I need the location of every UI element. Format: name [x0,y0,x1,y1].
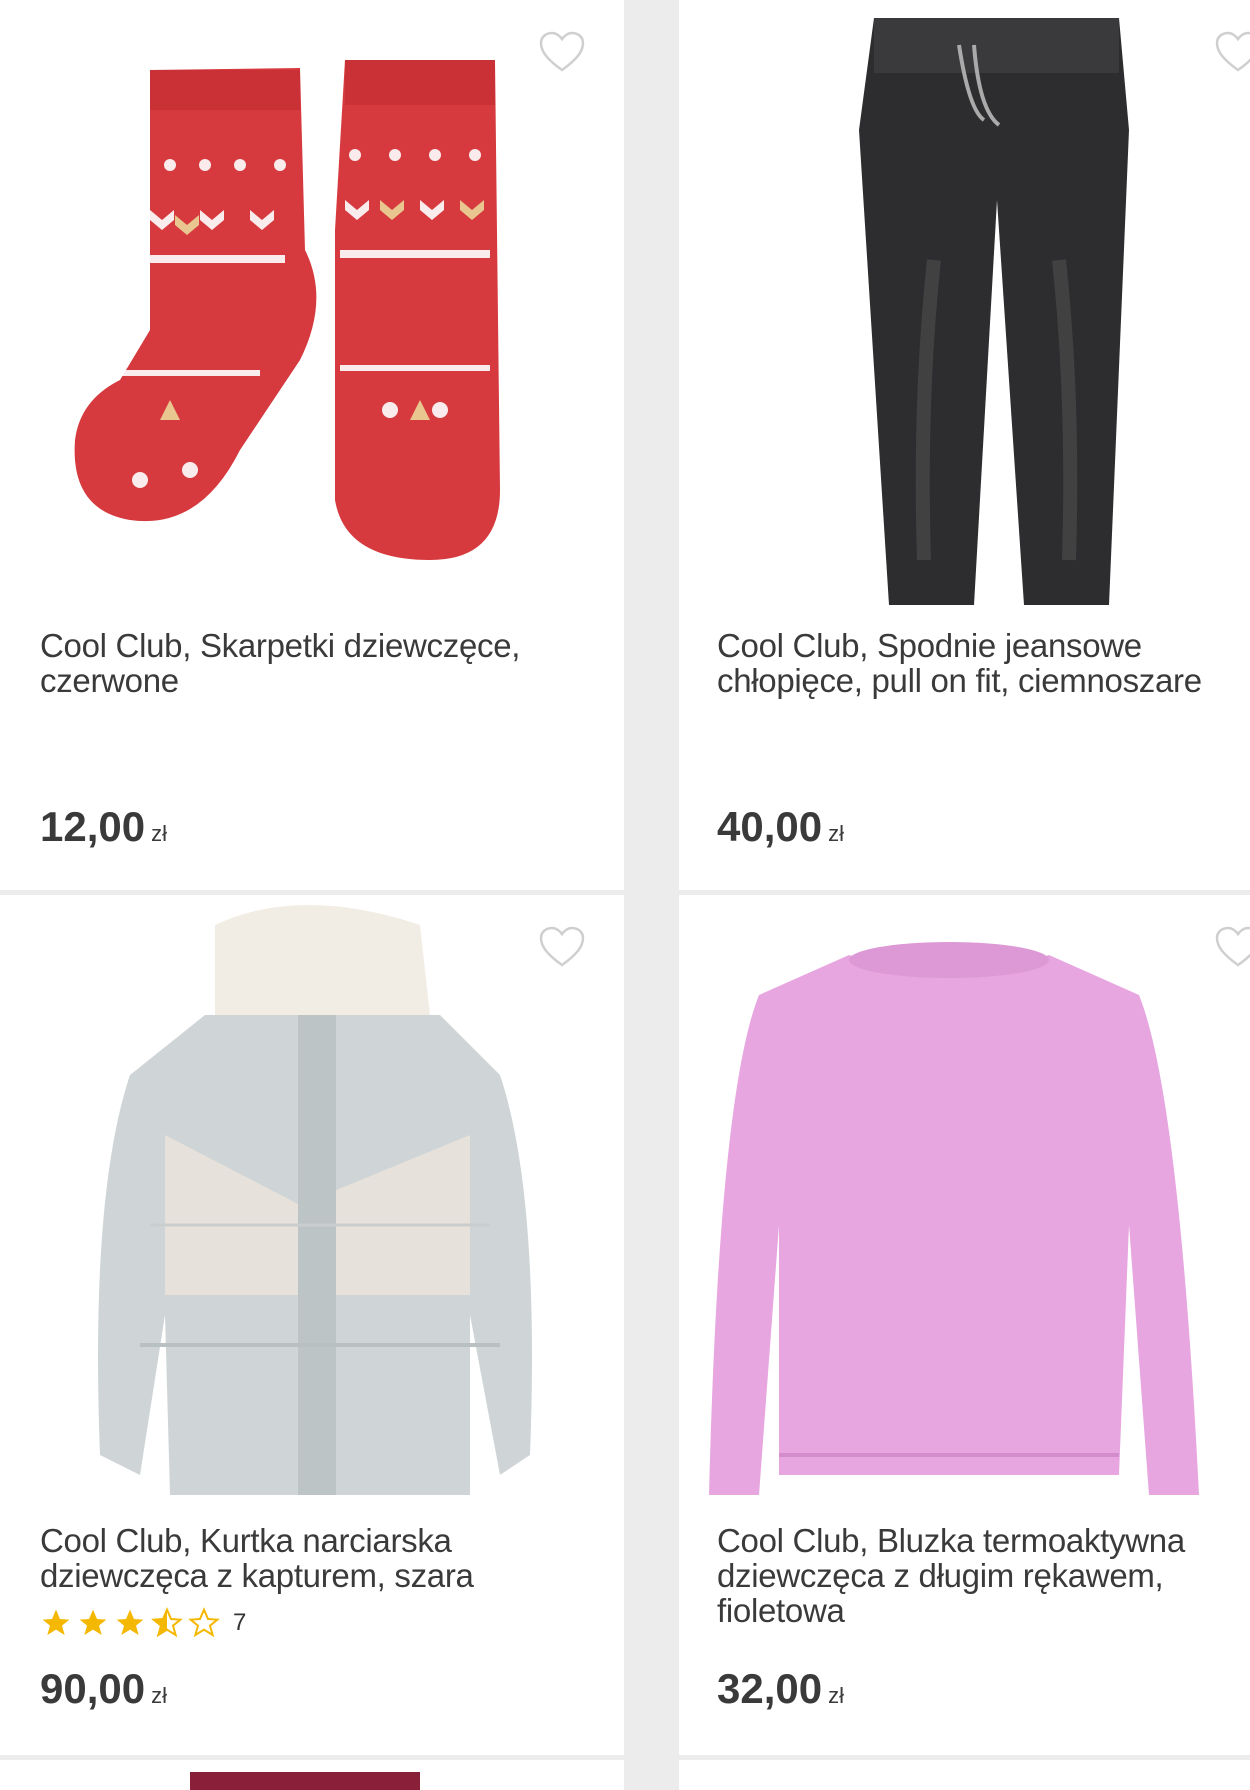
price-value: 40,00 [717,803,823,850]
heart-icon[interactable] [538,925,586,969]
product-title[interactable]: Cool Club, Kurtka narciarska dziewczęca … [40,1523,594,1593]
star-full-icon [79,1609,107,1635]
product-price: 32,00 zł [717,1665,844,1713]
product-price: 40,00 zł [717,803,844,851]
rating-count: 7 [233,1609,247,1636]
heart-icon[interactable] [1214,925,1250,969]
product-card[interactable]: Cool Club, Bluzka termoaktywna dziewczęc… [679,895,1250,1755]
heart-icon[interactable] [1214,30,1250,74]
price-currency: zł [828,821,844,846]
product-image-socks[interactable] [0,0,624,600]
heart-icon[interactable] [538,30,586,74]
price-value: 32,00 [717,1665,823,1712]
product-price: 90,00 zł [40,1665,167,1713]
price-currency: zł [151,1683,167,1708]
product-title[interactable]: Cool Club, Bluzka termoaktywna dziewczęc… [717,1523,1246,1628]
product-title[interactable]: Cool Club, Spodnie jeansowe chłopięce, p… [717,628,1246,698]
star-empty-icon [188,1607,220,1638]
product-card-partial[interactable] [0,1760,624,1790]
price-value: 12,00 [40,803,146,850]
product-title[interactable]: Cool Club, Skarpetki dziewczęce, czerwon… [40,628,594,698]
product-image-partial[interactable] [190,1772,420,1790]
product-image-jacket[interactable] [0,895,624,1505]
product-card[interactable]: Cool Club, Kurtka narciarska dziewczęca … [0,895,624,1755]
product-price: 12,00 zł [40,803,167,851]
product-card-partial[interactable] [679,1760,1250,1790]
product-image-jeans[interactable] [679,0,1250,610]
price-value: 90,00 [40,1665,146,1712]
product-card[interactable]: Cool Club, Spodnie jeansowe chłopięce, p… [679,0,1250,890]
product-image-violet-top[interactable] [679,895,1250,1505]
star-half-icon [151,1607,183,1638]
star-full-icon [116,1609,144,1635]
price-currency: zł [151,821,167,846]
product-card[interactable]: Cool Club, Skarpetki dziewczęce, czerwon… [0,0,624,890]
star-full-icon [42,1609,70,1635]
price-currency: zł [828,1683,844,1708]
rating: 7 [40,1607,246,1639]
